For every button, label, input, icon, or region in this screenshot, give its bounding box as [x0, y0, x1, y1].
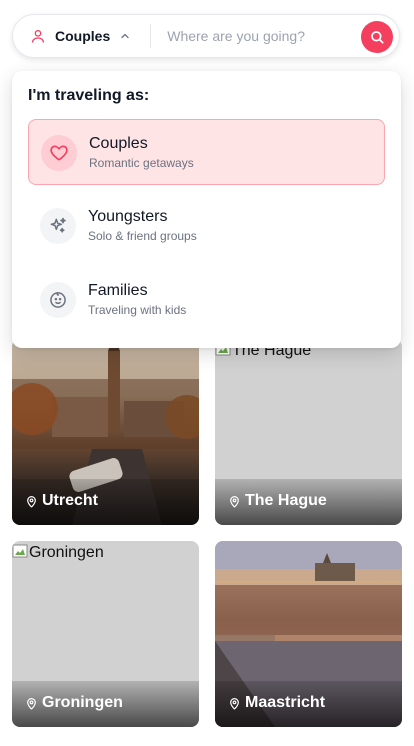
- destination-label: Utrecht: [25, 492, 98, 510]
- map-pin-icon: [228, 494, 241, 509]
- destination-card-groningen[interactable]: Groningen Groningen: [12, 541, 199, 727]
- baby-face-icon: [40, 282, 76, 318]
- destination-label: Maastricht: [228, 694, 325, 712]
- traveler-type-dropdown[interactable]: Couples: [13, 15, 131, 57]
- option-title: Youngsters: [88, 208, 168, 225]
- destination-search-input[interactable]: [167, 28, 358, 44]
- destination-label: Groningen: [25, 694, 123, 712]
- destination-label: The Hague: [228, 492, 327, 510]
- search-divider: [150, 24, 152, 48]
- destination-card-the-hague[interactable]: The Hague The Hague: [215, 339, 402, 525]
- option-youngsters[interactable]: Youngsters Solo & friend groups: [28, 193, 385, 259]
- map-pin-icon: [228, 696, 241, 711]
- sparkles-icon: [40, 208, 76, 244]
- broken-image-icon: [12, 543, 28, 559]
- destination-card-maastricht[interactable]: Maastricht: [215, 541, 402, 727]
- person-icon: [30, 28, 46, 44]
- destination-name: The Hague: [245, 492, 327, 509]
- map-pin-icon: [25, 696, 38, 711]
- option-families[interactable]: Families Traveling with kids: [28, 267, 385, 333]
- map-pin-icon: [25, 494, 38, 509]
- image-alt-text: Groningen: [29, 544, 104, 561]
- option-subtitle: Romantic getaways: [89, 156, 194, 170]
- destination-name: Utrecht: [42, 492, 99, 509]
- search-button[interactable]: [361, 21, 393, 53]
- destination-name: Groningen: [42, 694, 123, 711]
- destination-card-utrecht[interactable]: Utrecht: [12, 339, 199, 525]
- traveler-type-menu: I'm traveling as: Couples Romantic getaw…: [12, 71, 401, 348]
- option-title: Families: [88, 282, 148, 299]
- heart-icon: [41, 135, 77, 171]
- option-couples[interactable]: Couples Romantic getaways: [28, 119, 385, 185]
- traveler-type-label: Couples: [55, 28, 111, 44]
- option-subtitle: Solo & friend groups: [88, 229, 197, 243]
- destination-name: Maastricht: [245, 694, 326, 711]
- search-icon: [369, 29, 385, 45]
- chevron-up-icon: [119, 30, 131, 42]
- option-subtitle: Traveling with kids: [88, 303, 187, 317]
- broken-image-alt: Groningen: [12, 543, 104, 563]
- search-bar: Couples: [12, 14, 400, 58]
- menu-title: I'm traveling as:: [28, 87, 150, 104]
- option-title: Couples: [89, 135, 148, 152]
